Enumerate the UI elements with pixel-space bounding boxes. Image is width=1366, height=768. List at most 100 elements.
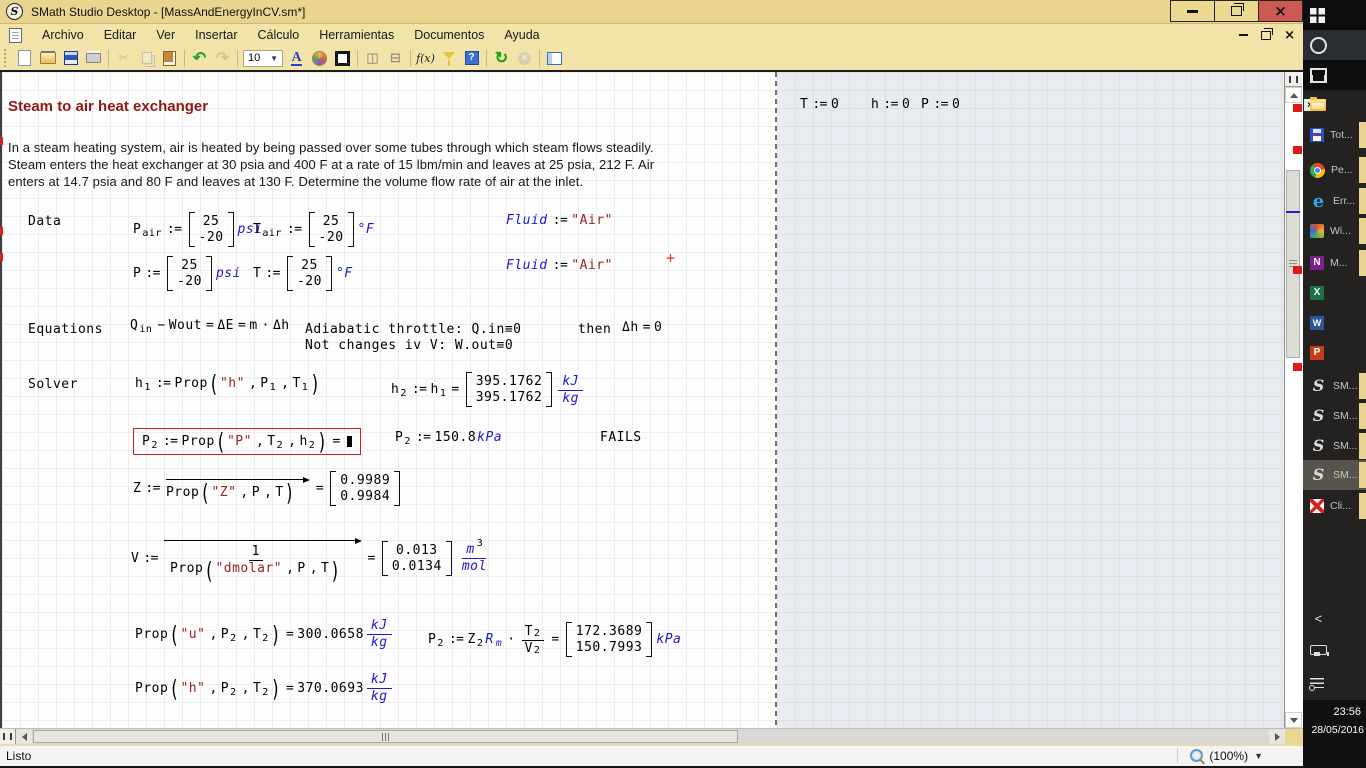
def-h2[interactable]: h2:=h1=395.1762395.1762kJkg: [391, 372, 586, 407]
eq-energy-balance[interactable]: Qin−Wout=ΔE=m·Δh: [130, 318, 290, 333]
taskbar-item-wmp[interactable]: Wi...: [1303, 216, 1366, 246]
taskbar-item-smath[interactable]: SM...: [1303, 401, 1366, 431]
menu-insertar[interactable]: Insertar: [185, 28, 247, 42]
taskbar-item-smath[interactable]: SM...: [1303, 371, 1366, 401]
text-region[interactable]: Equations: [28, 322, 103, 337]
chevron-down-icon[interactable]: ▼: [1254, 751, 1263, 761]
menu-herramientas[interactable]: Herramientas: [309, 28, 404, 42]
close-button[interactable]: ×: [1258, 0, 1303, 22]
def-T-zero[interactable]: T:=0: [800, 97, 839, 112]
eq-dh-zero[interactable]: Δh=0: [622, 320, 662, 335]
menu-documentos[interactable]: Documentos: [404, 28, 494, 42]
taskbar-item-battery[interactable]: [1303, 635, 1366, 665]
menu-ver[interactable]: Ver: [146, 28, 185, 42]
horizontal-scroll-track[interactable]: [32, 729, 1269, 744]
text-region[interactable]: Data: [28, 214, 61, 229]
text-region[interactable]: Adiabatic throttle: Q.in≡0: [305, 322, 522, 337]
mdi-restore-button[interactable]: [1261, 31, 1271, 40]
taskbar-item-action[interactable]: [1303, 668, 1366, 698]
taskbar-item-explorer[interactable]: [1303, 90, 1366, 120]
font-size-dropdown[interactable]: 10▼: [243, 50, 283, 67]
insert-function-button[interactable]: f(x): [414, 48, 437, 69]
taskbar-item-smath[interactable]: SM...: [1303, 460, 1366, 490]
text-region[interactable]: Not changes iv V: W.out≡0: [305, 338, 513, 353]
mdi-minimize-button[interactable]: [1239, 34, 1248, 36]
scroll-up-button[interactable]: [1285, 87, 1302, 103]
scroll-right-button[interactable]: [1269, 729, 1285, 744]
mdi-close-button[interactable]: ×: [1284, 29, 1295, 42]
menu-cálculo[interactable]: Cálculo: [248, 28, 310, 42]
taskbar-date[interactable]: 28/05/2016: [1303, 724, 1364, 736]
def-fluid-2[interactable]: Fluid:="Air": [505, 258, 613, 273]
print-button[interactable]: [82, 48, 105, 69]
interrupt-button[interactable]: [513, 48, 536, 69]
splitter-handle[interactable]: [1285, 72, 1302, 87]
taskbar-item-word[interactable]: [1303, 308, 1366, 338]
def-V[interactable]: V:=1Prop("dmolar",P,T)=0.0130.0134m3mol: [131, 536, 494, 580]
taskbar-item-floppy[interactable]: Tot...: [1303, 120, 1366, 150]
scroll-left-button[interactable]: [16, 729, 32, 744]
def-P2-prop-error[interactable]: P2:=Prop("P",T2,h2)=: [133, 428, 361, 455]
error-marker[interactable]: [1293, 104, 1302, 112]
def-T[interactable]: T:=25-20°F: [253, 256, 354, 291]
def-h1[interactable]: h1:=Prop("h",P1,T1): [135, 374, 321, 393]
taskbar-clock[interactable]: 23:56: [1303, 706, 1361, 718]
align-vertical-button[interactable]: [384, 48, 407, 69]
taskbar-item-clip[interactable]: Cli...: [1303, 491, 1366, 521]
show-panels-button[interactable]: [543, 48, 566, 69]
filter-button[interactable]: [437, 48, 460, 69]
scroll-down-button[interactable]: [1285, 712, 1302, 728]
splitter-handle[interactable]: [0, 729, 16, 744]
def-fluid-1[interactable]: Fluid:="Air": [505, 213, 613, 228]
taskbar-item-start[interactable]: [1303, 0, 1366, 30]
def-P-zero[interactable]: P:=0: [921, 97, 960, 112]
worksheet-heading[interactable]: Steam to air heat exchanger: [8, 98, 208, 115]
taskbar-item-taskview[interactable]: [1303, 60, 1366, 90]
redo-button[interactable]: [211, 48, 234, 69]
def-T-air[interactable]: Tair:=25-20°F: [253, 212, 375, 247]
zoom-control[interactable]: (100%) ▼: [1177, 748, 1263, 763]
menu-editar[interactable]: Editar: [94, 28, 147, 42]
problem-text-line[interactable]: In a steam heating system, air is heated…: [8, 140, 654, 155]
def-P-air[interactable]: Pair:=25-20psi: [133, 212, 264, 247]
eval-prop-h[interactable]: Prop("h",P2,T2)=370.0693kJkg: [135, 672, 395, 704]
save-button[interactable]: [59, 48, 82, 69]
def-Z[interactable]: Z:=Prop("Z",P,T)=0.99890.9984: [133, 471, 403, 506]
align-horizontal-button[interactable]: [361, 48, 384, 69]
error-marker[interactable]: [1293, 146, 1302, 154]
restore-button[interactable]: [1214, 0, 1259, 22]
error-marker[interactable]: [1293, 266, 1302, 274]
palette-button[interactable]: [308, 48, 331, 69]
taskbar-item-chevron[interactable]: [1303, 603, 1366, 633]
menu-archivo[interactable]: Archivo: [32, 28, 94, 42]
taskbar-item-smath[interactable]: SM...: [1303, 431, 1366, 461]
problem-text-line[interactable]: enters at 14.7 psia and 80 F and leaves …: [8, 174, 583, 189]
def-P2-ideal-gas[interactable]: P2:=Z2Rm·T2V2=172.3689150.7993kPa: [428, 622, 682, 657]
copy-button[interactable]: [135, 48, 158, 69]
open-file-button[interactable]: [36, 48, 59, 69]
minimize-button[interactable]: [1170, 0, 1215, 22]
taskbar-item-onenote[interactable]: M...: [1303, 248, 1366, 278]
insertion-cursor[interactable]: +: [666, 249, 675, 267]
menu-ayuda[interactable]: Ayuda: [494, 28, 549, 42]
recalculate-button[interactable]: [490, 48, 513, 69]
vertical-scroll-thumb[interactable]: [1286, 170, 1300, 358]
taskbar-item-chrome[interactable]: Pe...: [1303, 155, 1366, 185]
taskbar-item-edge[interactable]: Err...: [1303, 186, 1366, 216]
worksheet-canvas[interactable]: Steam to air heat exchanger In a steam h…: [2, 72, 1284, 728]
vertical-scroll-track[interactable]: [1285, 102, 1302, 712]
taskbar-item-ppt[interactable]: [1303, 338, 1366, 368]
taskbar-item-excel[interactable]: [1303, 278, 1366, 308]
text-region[interactable]: FAILS: [600, 430, 642, 445]
eval-prop-u[interactable]: Prop("u",P2,T2)=300.0658kJkg: [135, 618, 395, 650]
new-page-button[interactable]: [13, 48, 36, 69]
undo-button[interactable]: [188, 48, 211, 69]
cut-button[interactable]: [112, 48, 135, 69]
taskbar-item-search[interactable]: [1303, 30, 1366, 60]
problem-text-line[interactable]: Steam enters the heat exchanger at 30 ps…: [8, 157, 654, 172]
def-P[interactable]: P:=25-20psi: [133, 256, 242, 291]
def-P2-value[interactable]: P2:=150.8kPa: [395, 430, 503, 445]
horizontal-scrollbar[interactable]: [0, 728, 1303, 744]
horizontal-scroll-thumb[interactable]: [33, 730, 738, 743]
document-icon[interactable]: [9, 28, 22, 43]
